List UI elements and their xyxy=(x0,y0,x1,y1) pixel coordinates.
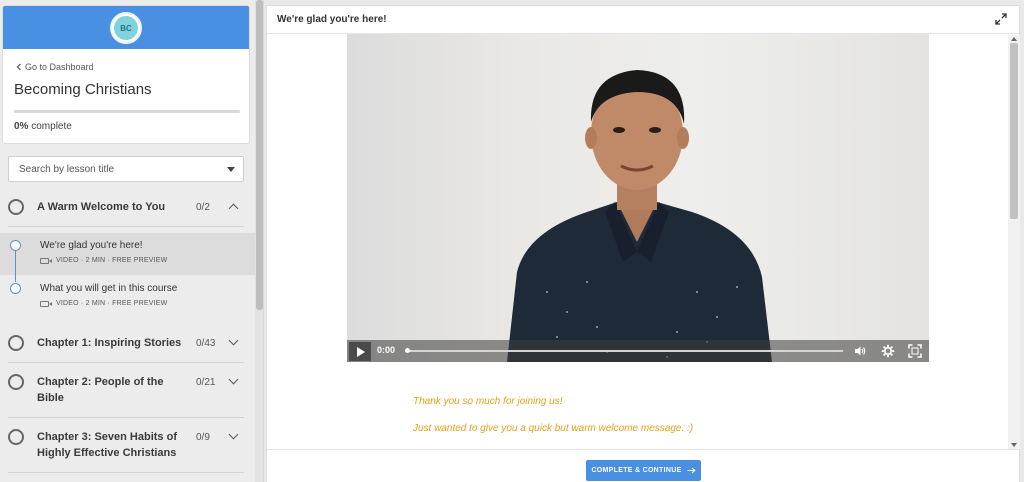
lesson-meta: VIDEO · 2 MIN · FREE PREVIEW xyxy=(40,300,167,307)
section-count: 0/43 xyxy=(196,338,216,349)
course-logo-text: BC xyxy=(114,16,138,40)
fullscreen-icon[interactable] xyxy=(908,344,922,358)
lesson-content-panel: We're glad you're here! 0:00 Thank you s… xyxy=(266,5,1020,482)
settings-icon[interactable] xyxy=(881,344,895,358)
section-title-line-1: Chapter 2: People of the xyxy=(37,376,164,388)
divider xyxy=(8,362,244,363)
section-title-line-2: Highly Effective Christians xyxy=(37,447,177,459)
section-count: 0/9 xyxy=(196,432,210,443)
lesson-meta-text: VIDEO · 2 MIN · FREE PREVIEW xyxy=(56,300,168,307)
complete-and-continue-button[interactable]: COMPLETE & CONTINUE xyxy=(586,460,701,481)
sidebar: BC Go to Dashboard Becoming Christians 0… xyxy=(0,0,264,482)
video-seek-knob[interactable] xyxy=(405,348,410,353)
lesson-status-dot xyxy=(10,283,21,294)
chevron-down-icon xyxy=(228,335,239,346)
caret-down-icon xyxy=(227,167,235,172)
lesson-item-glad-youre-here[interactable]: We're glad you're here! VIDEO · 2 MIN · … xyxy=(0,233,255,275)
section-status-circle xyxy=(8,199,24,215)
divider xyxy=(8,472,244,473)
section-title-line-1: Chapter 3: Seven Habits of xyxy=(37,431,177,443)
video-controls-bar: 0:00 xyxy=(347,340,929,362)
section-header-chapter-2[interactable]: Chapter 2: People of the Bible 0/21 xyxy=(0,373,244,417)
sidebar-scrollbar-thumb[interactable] xyxy=(256,0,263,310)
divider xyxy=(8,226,244,227)
section-header-chapter-3[interactable]: Chapter 3: Seven Habits of Highly Effect… xyxy=(0,428,244,472)
course-title: Becoming Christians xyxy=(14,81,152,98)
lesson-description-line: Thank you so much for joining us! xyxy=(413,396,563,407)
dashboard-link[interactable]: Go to Dashboard xyxy=(16,62,94,72)
lesson-meta-text: VIDEO · 2 MIN · FREE PREVIEW xyxy=(56,257,168,264)
lesson-search-dropdown[interactable]: Search by lesson title xyxy=(8,156,244,182)
play-icon xyxy=(357,347,365,357)
chevron-left-icon xyxy=(16,63,21,71)
section-title-line-2: Bible xyxy=(37,392,64,404)
section-status-circle xyxy=(8,374,24,390)
section-count: 0/21 xyxy=(196,377,216,388)
divider xyxy=(8,417,244,418)
video-frame-person xyxy=(507,70,772,362)
lesson-meta: VIDEO · 2 MIN · FREE PREVIEW xyxy=(40,257,167,264)
progress-text: 0% complete xyxy=(14,121,72,132)
progress-percent: 0% xyxy=(14,121,29,132)
section-title: Chapter 3: Seven Habits of Highly Effect… xyxy=(37,429,177,461)
video-current-time: 0:00 xyxy=(377,345,396,355)
video-seek-bar[interactable] xyxy=(405,348,843,353)
complete-button-label: COMPLETE & CONTINUE xyxy=(591,467,682,474)
expand-icon[interactable] xyxy=(995,13,1007,25)
section-count: 0/2 xyxy=(196,202,210,213)
section-title: A Warm Welcome to You xyxy=(37,201,166,213)
video-camera-icon xyxy=(40,257,52,264)
course-progress-bar xyxy=(14,110,240,113)
section-status-circle xyxy=(8,335,24,351)
lesson-item-what-you-will-get[interactable]: What you will get in this course VIDEO ·… xyxy=(0,276,255,318)
video-camera-icon xyxy=(40,300,52,307)
chevron-up-icon xyxy=(228,203,239,214)
search-placeholder: Search by lesson title xyxy=(19,164,115,175)
scroll-up-arrow-icon[interactable] xyxy=(1011,37,1017,41)
section-status-circle xyxy=(8,429,24,445)
course-header-banner: BC xyxy=(3,6,249,49)
arrow-right-icon xyxy=(687,467,696,474)
course-card: BC Go to Dashboard Becoming Christians 0… xyxy=(2,5,250,144)
lesson-title: We're glad you're here! xyxy=(40,240,143,251)
dashboard-link-label: Go to Dashboard xyxy=(25,62,94,72)
play-button[interactable] xyxy=(349,342,371,361)
course-logo[interactable]: BC xyxy=(110,12,142,44)
lesson-heading: We're glad you're here! xyxy=(277,14,387,25)
chevron-down-icon xyxy=(228,374,239,385)
section-header-chapter-1[interactable]: Chapter 1: Inspiring Stories 0/43 xyxy=(0,334,244,362)
chevron-down-icon xyxy=(228,429,239,440)
section-header-welcome[interactable]: A Warm Welcome to You 0/2 xyxy=(0,198,244,228)
lesson-title: What you will get in this course xyxy=(40,283,178,294)
lesson-footer: COMPLETE & CONTINUE xyxy=(267,449,1019,482)
lesson-description-line: Just wanted to give you a quick but warm… xyxy=(413,423,694,434)
section-title: Chapter 1: Inspiring Stories xyxy=(37,337,182,349)
section-title: Chapter 2: People of the Bible xyxy=(37,374,164,406)
progress-suffix: complete xyxy=(31,121,72,132)
sidebar-scrollbar[interactable] xyxy=(255,0,263,482)
volume-icon[interactable] xyxy=(853,344,867,358)
content-scrollbar-thumb[interactable] xyxy=(1010,43,1018,219)
video-player[interactable]: 0:00 xyxy=(347,34,929,362)
content-scrollbar[interactable] xyxy=(1008,35,1020,449)
scroll-down-arrow-icon[interactable] xyxy=(1011,443,1017,447)
lesson-header: We're glad you're here! xyxy=(267,6,1019,34)
